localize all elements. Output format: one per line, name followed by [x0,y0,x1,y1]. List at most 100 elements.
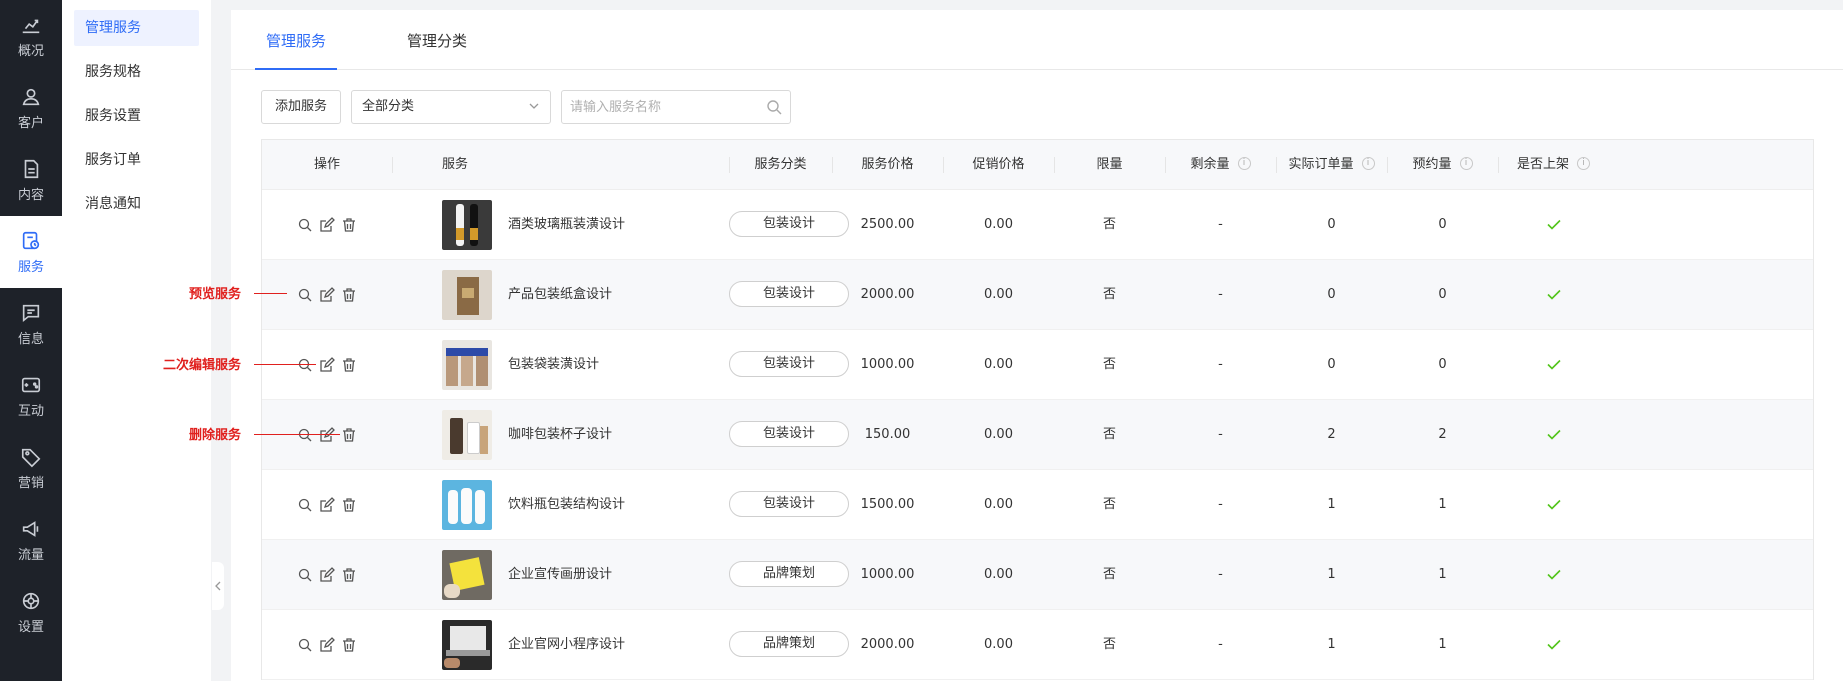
rail-label: 概况 [17,43,44,59]
delete-icon[interactable] [341,287,357,303]
info-icon[interactable]: i [1459,156,1473,170]
edit-icon[interactable] [319,566,335,583]
check-icon[interactable] [1546,496,1562,512]
rail-item-traffic[interactable]: 流量 [0,504,62,576]
edit-icon[interactable] [319,636,335,653]
table-row: 产品包装纸盒设计 包装设计 2000.00 0.00 否 - 0 0 [262,260,1813,330]
rail-item-interact[interactable]: 互动 [0,360,62,432]
check-icon[interactable] [1546,566,1562,582]
submenu-item-service-orders[interactable]: 服务订单 [74,142,199,178]
info-icon[interactable]: i [1237,156,1251,170]
table-row: 包装袋装潢设计 包装设计 1000.00 0.00 否 - 0 0 [262,330,1813,400]
column-header-actions: 操作 [313,156,340,172]
submenu-item-service-settings[interactable]: 服务设置 [74,98,199,134]
tab-bar: 管理服务 管理分类 [231,10,1843,70]
tab-manage-category[interactable]: 管理分类 [397,10,477,70]
service-thumbnail[interactable] [442,409,492,460]
submenu-item-service-spec[interactable]: 服务规格 [74,54,199,90]
search-input[interactable] [562,91,753,123]
service-name[interactable]: 产品包装纸盒设计 [508,260,612,330]
edit-icon[interactable] [319,286,335,303]
row-service: 咖啡包装杯子设计 [392,400,729,470]
rail-item-customer[interactable]: 客户 [0,72,62,144]
edit-icon[interactable] [319,496,335,513]
delete-icon[interactable] [341,427,357,443]
service-name[interactable]: 企业官网小程序设计 [508,610,625,680]
check-icon[interactable] [1546,426,1562,442]
search-icon[interactable] [766,99,782,115]
chevron-left-icon [215,581,221,591]
preview-icon[interactable] [297,637,313,653]
delete-icon[interactable] [341,217,357,233]
preview-icon[interactable] [297,567,313,583]
row-service: 产品包装纸盒设计 [392,260,729,330]
submenu-item-notifications[interactable]: 消息通知 [74,186,199,222]
rail-item-overview[interactable]: 概况 [0,0,62,72]
column-header-remaining: 剩余量 i [1165,140,1276,190]
chevron-down-icon [529,103,539,109]
column-header-reservations: 预约量 i [1387,140,1498,190]
info-icon[interactable]: i [1577,156,1590,170]
preview-icon[interactable] [297,287,313,303]
row-listed [1498,190,1609,260]
row-orders: 2 [1327,426,1336,442]
table-row: 饮料瓶包装结构设计 包装设计 1500.00 0.00 否 - 1 1 [262,470,1813,540]
rail-item-marketing[interactable]: 营销 [0,432,62,504]
check-icon[interactable] [1546,286,1562,302]
row-service: 酒类玻璃瓶装潢设计 [392,190,729,260]
edit-icon[interactable] [319,356,335,373]
service-thumbnail[interactable] [442,619,492,670]
add-service-button[interactable]: 添加服务 [261,90,342,124]
preview-icon[interactable] [297,217,313,233]
row-promo-price: 0.00 [984,496,1013,512]
row-price: 1000.00 [860,356,915,372]
category-pill: 包装设计 [729,491,849,517]
collapse-menu-handle[interactable] [212,562,224,610]
service-thumbnail[interactable] [442,199,492,250]
row-category: 包装设计 [729,400,849,470]
edit-icon[interactable] [319,216,335,233]
service-thumbnail[interactable] [442,549,492,600]
row-reservations: 0 [1438,216,1447,232]
rail-item-settings[interactable]: 设置 [0,576,62,648]
row-orders: 1 [1327,496,1336,512]
service-thumbnail[interactable] [442,269,492,320]
service-thumbnail[interactable] [442,339,492,390]
category-pill: 品牌策划 [729,631,849,657]
rail-label: 信息 [17,331,44,347]
rail-item-service[interactable]: 服务 [0,216,62,288]
table-row: 咖啡包装杯子设计 包装设计 150.00 0.00 否 - 2 2 [262,400,1813,470]
check-icon[interactable] [1546,636,1562,652]
service-name[interactable]: 包装袋装潢设计 [508,330,599,400]
preview-icon[interactable] [297,497,313,513]
service-name[interactable]: 企业宣传画册设计 [508,540,612,610]
check-icon[interactable] [1546,216,1562,232]
service-thumbnail[interactable] [442,479,492,530]
submenu-item-manage-service[interactable]: 管理服务 [74,10,199,46]
rail-label: 服务 [17,259,44,275]
category-pill: 包装设计 [729,281,849,307]
service-name[interactable]: 酒类玻璃瓶装潢设计 [508,190,625,260]
delete-icon[interactable] [341,497,357,513]
delete-icon[interactable] [341,637,357,653]
column-header-listed-label: 是否上架 [1516,156,1569,172]
check-icon[interactable] [1546,356,1562,372]
row-service: 企业官网小程序设计 [392,610,729,680]
service-name[interactable]: 饮料瓶包装结构设计 [508,470,625,540]
row-service: 饮料瓶包装结构设计 [392,470,729,540]
tab-manage-service[interactable]: 管理服务 [255,10,337,70]
category-pill: 包装设计 [729,421,849,447]
callout-line [254,434,340,435]
rail-item-content[interactable]: 内容 [0,144,62,216]
service-name[interactable]: 咖啡包装杯子设计 [508,400,612,470]
delete-icon[interactable] [341,567,357,583]
row-orders: 1 [1327,636,1336,652]
row-limited: 否 [1102,426,1116,442]
main-panel: 管理服务 管理分类 添加服务 全部分类 操作 服务 服务分类 服务价格 促销价格… [231,10,1843,681]
category-select[interactable]: 全部分类 [351,90,552,124]
interact-icon [21,377,41,392]
delete-icon[interactable] [341,357,357,373]
rail-label: 营销 [17,475,44,491]
info-icon[interactable]: i [1361,156,1375,170]
rail-item-message[interactable]: 信息 [0,288,62,360]
